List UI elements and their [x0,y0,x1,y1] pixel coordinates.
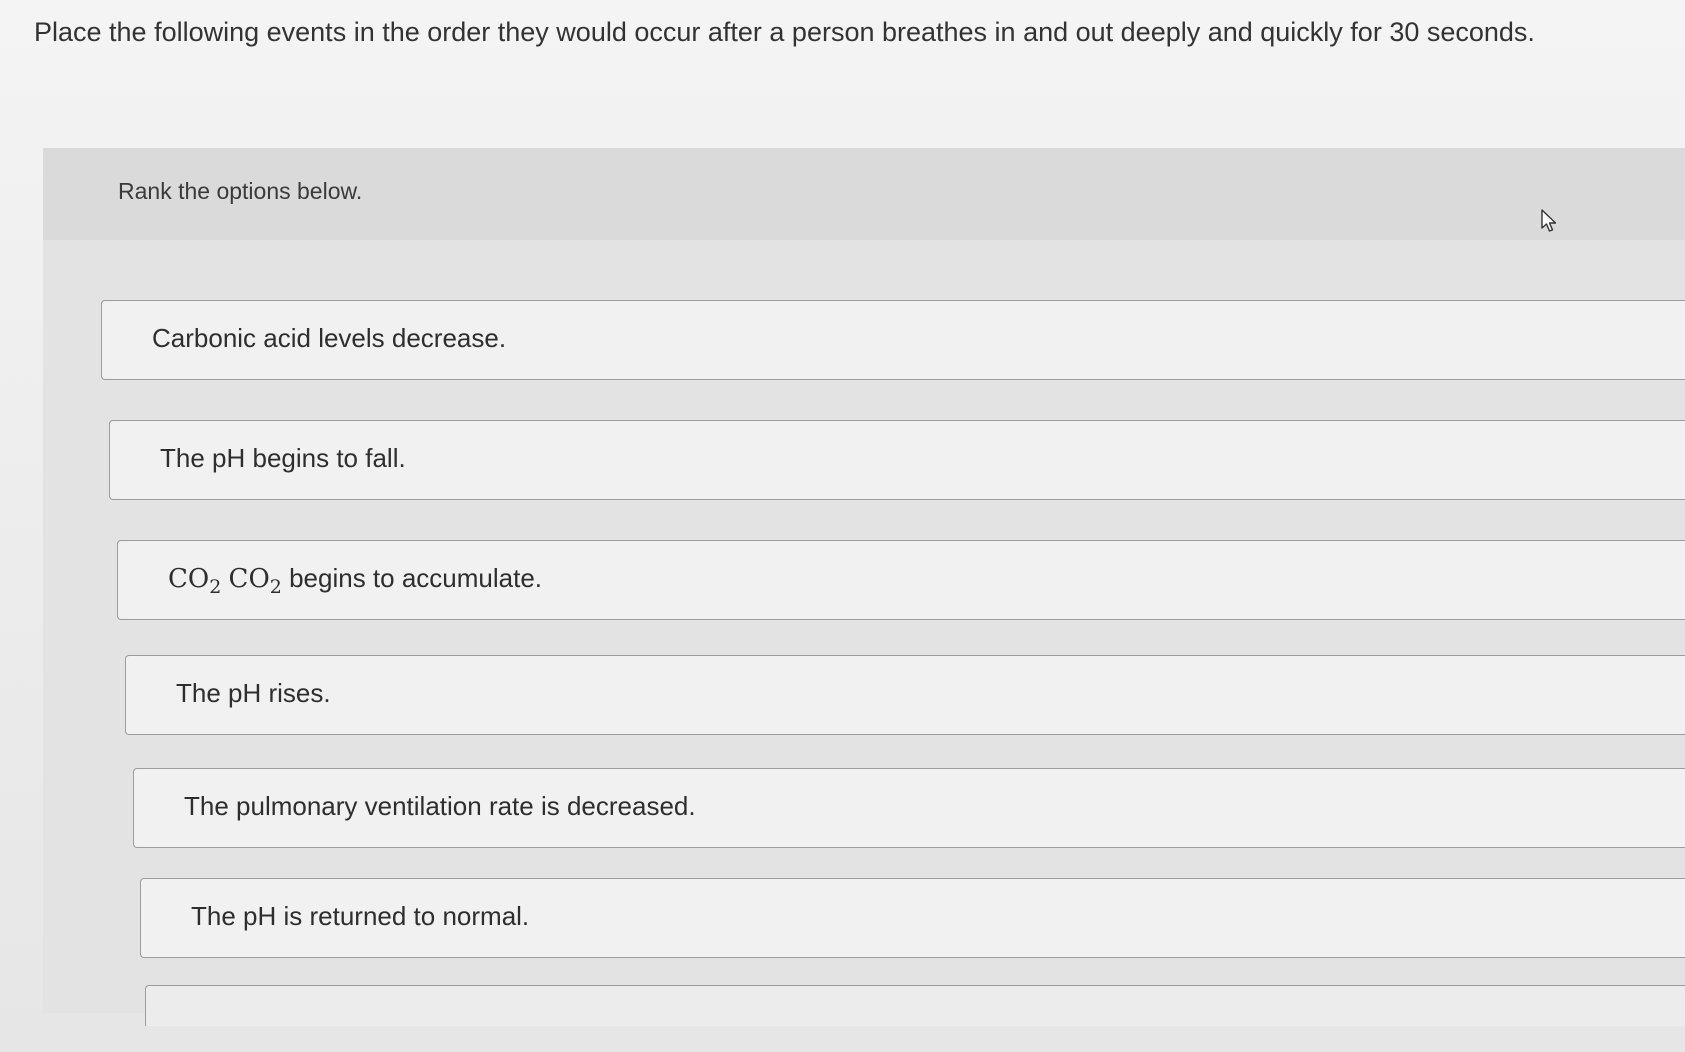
rank-instruction: Rank the options below. [118,178,363,204]
option-label: The pH begins to fall. [160,443,406,473]
option-suffix: begins to accumulate. [289,563,543,593]
rank-option-ph-normal[interactable]: The pH is returned to normal. [140,878,1685,958]
mouse-pointer-icon [1541,209,1557,232]
question-text: Place the following events in the order … [34,17,1535,47]
rank-option-co2-accumulates[interactable]: CO2 CO2 begins to accumulate. [117,540,1685,620]
rank-option-ph-falls[interactable]: The pH begins to fall. [109,420,1685,500]
option-label: The pH is returned to normal. [191,901,530,931]
option-label: CO2 CO2 begins to accumulate. [168,563,542,598]
option-label: The pulmonary ventilation rate is decrea… [184,791,696,821]
option-label: The pH rises. [176,678,331,708]
rank-option-ventilation-decreased[interactable]: The pulmonary ventilation rate is decrea… [133,768,1685,848]
rank-option-ph-rises[interactable]: The pH rises. [125,655,1685,735]
co2-formula: CO2 [228,564,282,598]
option-label: Carbonic acid levels decrease. [152,323,507,353]
rank-option-partial[interactable] [145,985,1685,1026]
rank-option-carbonic-acid[interactable]: Carbonic acid levels decrease. [101,300,1685,380]
co2-formula: CO2 [168,564,222,598]
ranking-header: Rank the options below. [43,148,1685,240]
